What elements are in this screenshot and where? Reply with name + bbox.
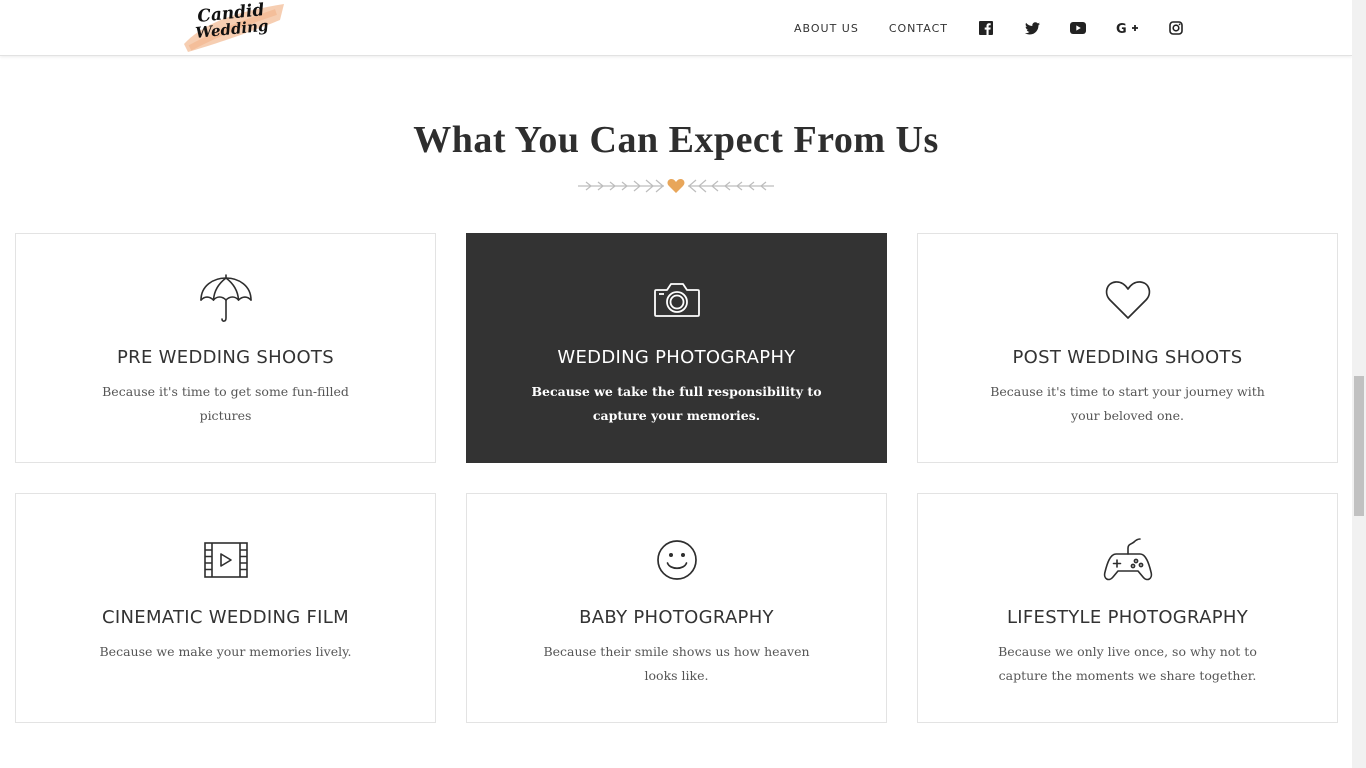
google-plus-icon[interactable]: G [1116,20,1139,36]
twitter-icon[interactable] [1024,20,1040,36]
svg-text:G: G [1116,22,1127,35]
film-icon [198,534,254,586]
main-nav: ABOUT US CONTACT G [794,0,1184,56]
service-card-cinematic-film[interactable]: CINEMATIC WEDDING FILM Because we make y… [15,493,436,723]
scrollbar-thumb[interactable] [1354,376,1364,516]
smiley-icon [649,534,705,586]
social-links: G [978,20,1184,36]
logo-graphic: Candid Wedding [184,0,284,52]
ornament-divider-icon [576,176,776,196]
nav-about-us[interactable]: ABOUT US [794,22,859,35]
service-title: WEDDING PHOTOGRAPHY [557,347,796,368]
gamepad-icon [1100,534,1156,586]
service-title: POST WEDDING SHOOTS [1012,347,1243,368]
section-title: What You Can Expect From Us [413,119,939,161]
instagram-icon[interactable] [1168,20,1184,36]
site-logo[interactable]: Candid Wedding [176,0,288,54]
service-description: Because we only live once, so why not to… [998,644,1257,683]
facebook-icon[interactable] [978,20,994,36]
service-description: Because it's time to start your journey … [990,384,1265,423]
service-card-wedding-photography[interactable]: WEDDING PHOTOGRAPHY Because we take the … [466,233,887,463]
service-card-lifestyle-photography[interactable]: LIFESTYLE PHOTOGRAPHY Because we only li… [917,493,1338,723]
site-header: Candid Wedding ABOUT US CONTACT G [0,0,1352,56]
service-title: LIFESTYLE PHOTOGRAPHY [1006,607,1249,628]
service-card-pre-wedding[interactable]: PRE WEDDING SHOOTS Because it's time to … [15,233,436,463]
youtube-icon[interactable] [1070,20,1087,36]
umbrella-icon [198,274,254,326]
service-title: BABY PHOTOGRAPHY [579,607,774,628]
service-description: Because we make your memories lively. [99,644,352,659]
camera-icon [649,274,705,326]
service-description: Because their smile shows us how heaven … [543,644,810,683]
service-card-baby-photography[interactable]: BABY PHOTOGRAPHY Because their smile sho… [466,493,887,723]
service-title: PRE WEDDING SHOOTS [117,347,334,368]
service-title: CINEMATIC WEDDING FILM [102,607,349,628]
service-description: Because we take the full responsibility … [531,384,822,423]
service-card-post-wedding[interactable]: POST WEDDING SHOOTS Because it's time to… [917,233,1338,463]
heart-icon [1100,274,1156,326]
service-description: Because it's time to get some fun-filled… [102,384,349,423]
nav-contact[interactable]: CONTACT [889,22,948,35]
